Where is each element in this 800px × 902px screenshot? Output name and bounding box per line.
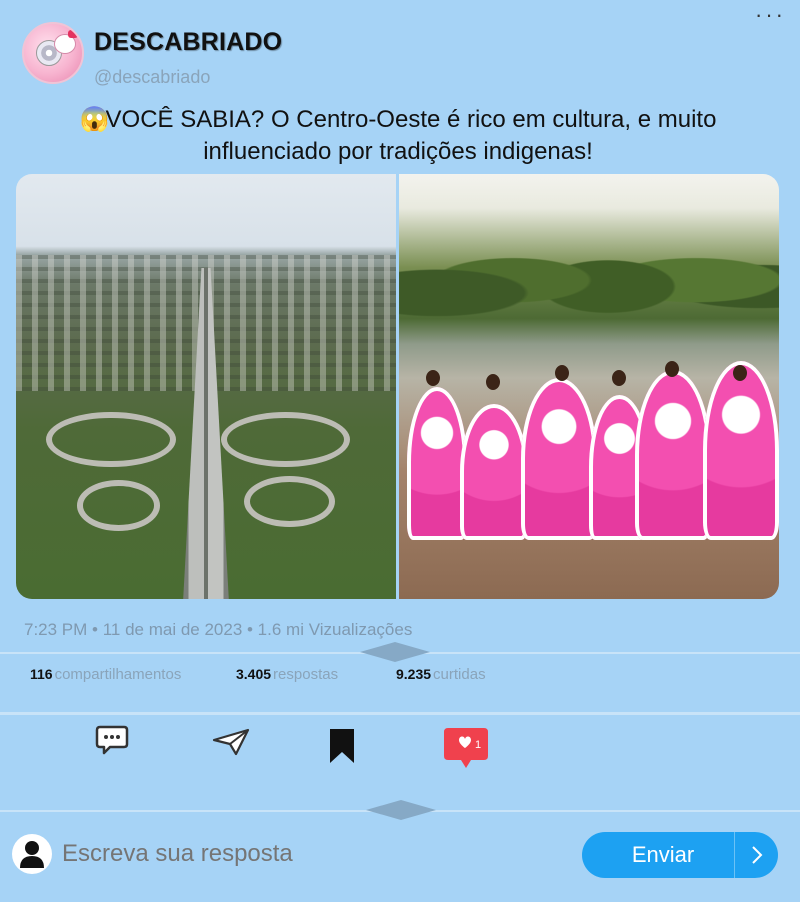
- dancer-head: [611, 369, 626, 386]
- like-badge-bubble: 1: [444, 728, 488, 768]
- divider-diamond: [360, 642, 430, 662]
- dancer-head: [425, 369, 440, 386]
- actions-divider: [0, 712, 800, 715]
- reply-input[interactable]: [62, 840, 512, 868]
- likes-count: 9.235: [396, 666, 432, 682]
- dancer: [634, 369, 711, 540]
- dancer-head: [486, 373, 501, 390]
- bow-graphic: [68, 30, 78, 38]
- shares-label: compartilhamentos: [54, 666, 182, 683]
- media-grid: [16, 174, 779, 599]
- chat-bubble-icon: [95, 725, 129, 760]
- send-button[interactable]: Enviar: [582, 832, 778, 878]
- send-label: Enviar: [631, 842, 695, 867]
- dancer: [703, 361, 779, 540]
- dancer: [520, 378, 597, 540]
- likes-stat[interactable]: 9.235 curtidas: [396, 666, 486, 683]
- dancer: [406, 386, 468, 540]
- post-meta: 7:23 PM • 11 de mai de 2023 • 1.6 mi Viz…: [24, 620, 413, 639]
- post-text: 😱VOCÊ SABIA? O Centro-Oeste é rico em cu…: [18, 104, 778, 168]
- user-icon: [12, 834, 52, 874]
- divider-diamond: [366, 800, 436, 820]
- avatar[interactable]: [22, 22, 84, 84]
- interchange-loop: [221, 412, 351, 468]
- replies-count: 3.405: [236, 666, 272, 682]
- aerial-city-photo[interactable]: [16, 174, 396, 599]
- likes-label: curtidas: [433, 666, 486, 683]
- scream-emoji: 😱: [79, 106, 110, 133]
- like-badge-count: 1: [475, 739, 481, 751]
- paper-plane-icon: [212, 728, 250, 760]
- replies-label: respostas: [273, 666, 339, 683]
- chevron-right-icon: [734, 832, 778, 878]
- shares-stat[interactable]: 116 compartilhamentos: [30, 666, 181, 683]
- interchange-loop: [244, 475, 336, 527]
- dancer-head: [554, 365, 569, 382]
- bookmark-button[interactable]: [329, 728, 355, 769]
- display-name[interactable]: DESCABRIADO: [94, 28, 282, 57]
- interchange-loop: [76, 480, 161, 531]
- bookmark-icon: [329, 729, 355, 768]
- like-button[interactable]: 1: [442, 726, 490, 775]
- dancer-head: [665, 361, 679, 377]
- interchange-loop: [46, 412, 176, 468]
- post-header: DESCABRIADO @descabriado: [22, 22, 282, 88]
- dancer: [459, 403, 529, 540]
- post-text-body: VOCÊ SABIA? O Centro-Oeste é rico em cul…: [105, 106, 717, 165]
- share-button[interactable]: [212, 728, 250, 761]
- shares-count: 116: [30, 666, 53, 682]
- author-names: DESCABRIADO @descabriado: [94, 22, 282, 88]
- reply-button[interactable]: [95, 724, 129, 761]
- dancers-photo[interactable]: [399, 174, 779, 599]
- tree-line: [399, 203, 779, 332]
- replies-stat[interactable]: 3.405 respostas: [236, 666, 338, 683]
- handle[interactable]: @descabriado: [94, 67, 282, 88]
- more-options-icon[interactable]: ···: [755, 4, 786, 26]
- reply-composer: [12, 834, 512, 874]
